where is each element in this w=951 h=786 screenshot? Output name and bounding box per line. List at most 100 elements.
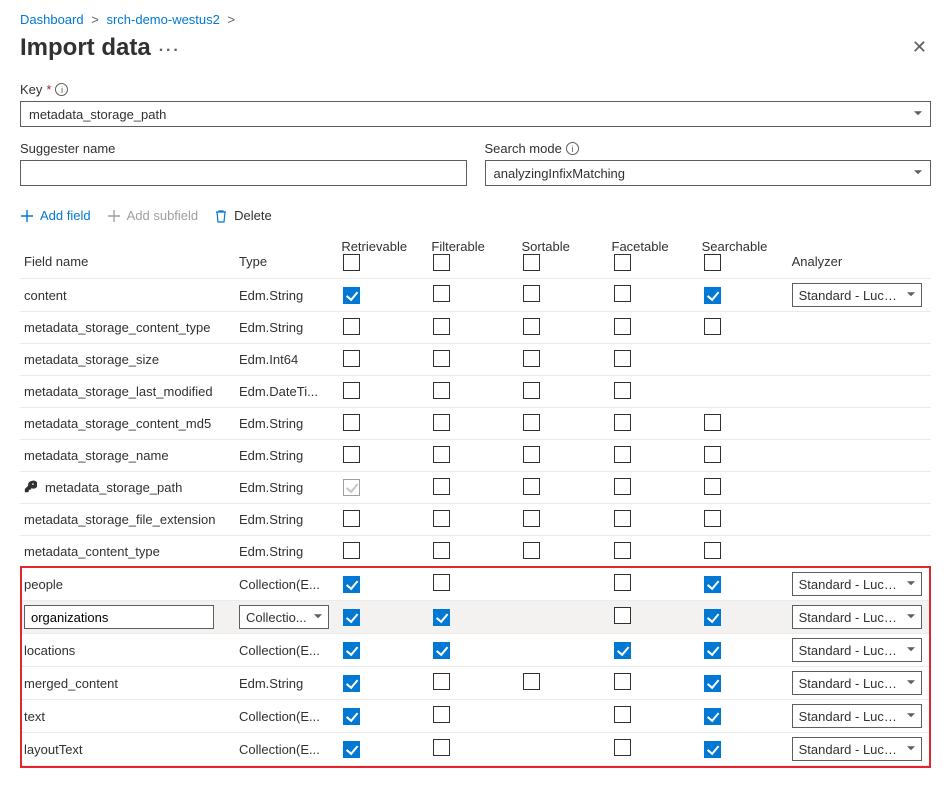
table-row[interactable]: metadata_storage_content_md5 Edm.String: [20, 408, 931, 440]
table-row[interactable]: metadata_storage_name Edm.String: [20, 440, 931, 472]
info-icon[interactable]: i: [566, 142, 579, 155]
facetable-checkbox[interactable]: [614, 350, 631, 367]
searchable-checkbox[interactable]: [704, 675, 721, 692]
filterable-checkbox[interactable]: [433, 609, 450, 626]
retrievable-header-checkbox[interactable]: [343, 254, 360, 271]
more-icon[interactable]: ···: [159, 42, 181, 59]
retrievable-checkbox[interactable]: [343, 609, 360, 626]
filterable-checkbox[interactable]: [433, 739, 450, 756]
suggester-input[interactable]: [20, 160, 467, 186]
sortable-checkbox[interactable]: [523, 285, 540, 302]
facetable-checkbox[interactable]: [614, 285, 631, 302]
analyzer-dropdown[interactable]: Standard - Luce...: [792, 638, 922, 662]
retrievable-checkbox[interactable]: [343, 287, 360, 304]
analyzer-dropdown[interactable]: Standard - Luce...: [792, 572, 922, 596]
filterable-checkbox[interactable]: [433, 414, 450, 431]
filterable-checkbox[interactable]: [433, 285, 450, 302]
filterable-checkbox[interactable]: [433, 478, 450, 495]
table-row[interactable]: locations Collection(E... Standard - Luc…: [20, 634, 931, 667]
retrievable-checkbox[interactable]: [343, 741, 360, 758]
facetable-checkbox[interactable]: [614, 673, 631, 690]
searchable-checkbox[interactable]: [704, 642, 721, 659]
facetable-checkbox[interactable]: [614, 382, 631, 399]
analyzer-dropdown[interactable]: Standard - Luce...: [792, 671, 922, 695]
facetable-checkbox[interactable]: [614, 414, 631, 431]
breadcrumb-dashboard[interactable]: Dashboard: [20, 12, 84, 27]
table-row[interactable]: metadata_storage_content_type Edm.String: [20, 312, 931, 344]
facetable-checkbox[interactable]: [614, 318, 631, 335]
retrievable-checkbox[interactable]: [343, 542, 360, 559]
facetable-checkbox[interactable]: [614, 642, 631, 659]
facetable-checkbox[interactable]: [614, 574, 631, 591]
searchable-checkbox[interactable]: [704, 741, 721, 758]
filterable-checkbox[interactable]: [433, 350, 450, 367]
info-icon[interactable]: i: [55, 83, 68, 96]
facetable-checkbox[interactable]: [614, 446, 631, 463]
searchable-header-checkbox[interactable]: [704, 254, 721, 271]
table-row[interactable]: merged_content Edm.String Standard - Luc…: [20, 667, 931, 700]
retrievable-checkbox[interactable]: [343, 510, 360, 527]
table-row[interactable]: Collectio... Standard - Luce...: [20, 601, 931, 634]
breadcrumb-resource[interactable]: srch-demo-westus2: [106, 12, 219, 27]
table-row[interactable]: layoutText Collection(E... Standard - Lu…: [20, 733, 931, 766]
sortable-checkbox[interactable]: [523, 673, 540, 690]
searchable-checkbox[interactable]: [704, 414, 721, 431]
retrievable-checkbox[interactable]: [343, 576, 360, 593]
facetable-checkbox[interactable]: [614, 542, 631, 559]
searchable-checkbox[interactable]: [704, 576, 721, 593]
filterable-checkbox[interactable]: [433, 706, 450, 723]
field-type-dropdown[interactable]: Collectio...: [239, 605, 329, 629]
filterable-checkbox[interactable]: [433, 510, 450, 527]
delete-button[interactable]: Delete: [214, 208, 272, 223]
sortable-header-checkbox[interactable]: [523, 254, 540, 271]
filterable-checkbox[interactable]: [433, 574, 450, 591]
retrievable-checkbox[interactable]: [343, 382, 360, 399]
facetable-checkbox[interactable]: [614, 478, 631, 495]
sortable-checkbox[interactable]: [523, 446, 540, 463]
searchable-checkbox[interactable]: [704, 609, 721, 626]
retrievable-checkbox[interactable]: [343, 350, 360, 367]
analyzer-dropdown[interactable]: Standard - Luce...: [792, 605, 922, 629]
table-row[interactable]: text Collection(E... Standard - Luce...: [20, 700, 931, 733]
filterable-checkbox[interactable]: [433, 542, 450, 559]
sortable-checkbox[interactable]: [523, 382, 540, 399]
facetable-checkbox[interactable]: [614, 510, 631, 527]
retrievable-checkbox[interactable]: [343, 446, 360, 463]
table-row[interactable]: metadata_storage_last_modified Edm.DateT…: [20, 376, 931, 408]
table-row[interactable]: metadata_storage_file_extension Edm.Stri…: [20, 504, 931, 536]
filterable-checkbox[interactable]: [433, 642, 450, 659]
searchmode-dropdown[interactable]: analyzingInfixMatching: [485, 160, 932, 186]
close-icon[interactable]: ✕: [908, 33, 931, 62]
table-row[interactable]: metadata_storage_path Edm.String: [20, 472, 931, 504]
retrievable-checkbox[interactable]: [343, 642, 360, 659]
sortable-checkbox[interactable]: [523, 318, 540, 335]
facetable-checkbox[interactable]: [614, 706, 631, 723]
retrievable-checkbox[interactable]: [343, 708, 360, 725]
add-field-button[interactable]: Add field: [20, 208, 91, 223]
analyzer-dropdown[interactable]: Standard - Luce...: [792, 704, 922, 728]
searchable-checkbox[interactable]: [704, 510, 721, 527]
facetable-checkbox[interactable]: [614, 607, 631, 624]
table-row[interactable]: content Edm.String Standard - Luce...: [20, 279, 931, 312]
sortable-checkbox[interactable]: [523, 478, 540, 495]
sortable-checkbox[interactable]: [523, 414, 540, 431]
searchable-checkbox[interactable]: [704, 287, 721, 304]
table-row[interactable]: people Collection(E... Standard - Luce..…: [20, 568, 931, 601]
filterable-checkbox[interactable]: [433, 673, 450, 690]
table-row[interactable]: metadata_content_type Edm.String: [20, 536, 931, 568]
filterable-checkbox[interactable]: [433, 382, 450, 399]
sortable-checkbox[interactable]: [523, 350, 540, 367]
key-dropdown[interactable]: metadata_storage_path: [20, 101, 931, 127]
facetable-header-checkbox[interactable]: [614, 254, 631, 271]
analyzer-dropdown[interactable]: Standard - Luce...: [792, 283, 922, 307]
filterable-checkbox[interactable]: [433, 318, 450, 335]
searchable-checkbox[interactable]: [704, 318, 721, 335]
filterable-header-checkbox[interactable]: [433, 254, 450, 271]
field-name-input[interactable]: [24, 605, 214, 629]
searchable-checkbox[interactable]: [704, 478, 721, 495]
searchable-checkbox[interactable]: [704, 446, 721, 463]
retrievable-checkbox[interactable]: [343, 675, 360, 692]
facetable-checkbox[interactable]: [614, 739, 631, 756]
analyzer-dropdown[interactable]: Standard - Luce...: [792, 737, 922, 761]
searchable-checkbox[interactable]: [704, 708, 721, 725]
